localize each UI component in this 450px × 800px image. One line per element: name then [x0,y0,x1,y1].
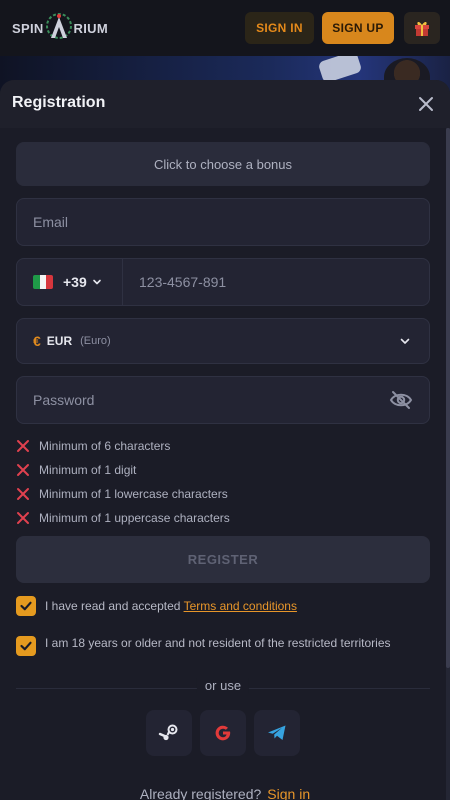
terms-checkbox-row: I have read and accepted Terms and condi… [16,596,430,616]
password-field[interactable]: Password [16,376,430,424]
currency-symbol: € [33,333,41,349]
sign-up-button[interactable]: SIGN UP [322,12,394,44]
telegram-login-button[interactable] [254,710,300,756]
steam-icon [158,724,178,741]
telegram-icon [268,725,286,740]
age-label: I am 18 years or older and not resident … [45,636,391,650]
chevron-down-icon [400,338,410,344]
top-bar: SPIN RIUM SIGN IN SIGN UP [0,0,450,56]
logo-emblem-icon [45,12,73,44]
x-mark-icon [17,440,29,452]
google-login-button[interactable] [200,710,246,756]
country-code: +39 [63,274,87,290]
already-registered-text: Already registered? [139,786,262,800]
scrollbar-thumb[interactable] [446,128,450,668]
password-rule: Minimum of 1 lowercase characters [16,482,430,506]
password-rule-text: Minimum of 6 characters [39,439,171,453]
google-icon [215,725,231,741]
italy-flag-icon [33,275,53,289]
phone-field: +39 123-4567-891 [16,258,430,306]
choose-bonus-button[interactable]: Click to choose a bonus [16,142,430,186]
x-mark-icon [17,512,29,524]
or-use-divider: or use [16,678,430,698]
check-icon [20,641,32,651]
modal-title: Registration [12,94,106,111]
close-icon [419,97,433,111]
phone-number-input[interactable]: 123-4567-891 [139,259,226,305]
scrollbar[interactable] [446,128,450,800]
or-use-text: or use [196,678,250,693]
password-placeholder: Password [33,392,95,408]
logo-text-left: SPIN [12,20,44,36]
close-button[interactable] [416,94,436,114]
password-rule: Minimum of 1 digit [16,458,430,482]
register-button[interactable]: REGISTER [16,536,430,583]
modal-header: Registration [0,80,450,128]
terms-link[interactable]: Terms and conditions [184,599,297,613]
currency-name: (Euro) [80,335,111,347]
chevron-down-icon [92,279,101,285]
x-mark-icon [17,464,29,476]
password-rule-text: Minimum of 1 lowercase characters [39,487,228,501]
currency-code: EUR [46,334,73,348]
currency-select[interactable]: € EUR (Euro) [16,318,430,364]
terms-label: I have read and accepted Terms and condi… [45,599,297,616]
logo-text-right: RIUM [73,20,108,36]
sign-in-button[interactable]: SIGN IN [245,12,314,44]
steam-login-button[interactable] [146,710,192,756]
age-checkbox-row: I am 18 years or older and not resident … [16,636,430,656]
logo[interactable]: SPIN RIUM [12,10,108,46]
country-code-select[interactable]: +39 [17,259,123,305]
check-icon [20,601,32,611]
password-rule: Minimum of 1 uppercase characters [16,506,430,530]
already-registered-row: Already registered? Sign in [0,786,450,800]
password-rule-text: Minimum of 1 digit [39,463,137,477]
registration-modal: Registration Click to choose a bonus Ema… [0,80,450,800]
sign-in-link[interactable]: Sign in [267,786,310,800]
terms-prefix: I have read and accepted [45,599,184,613]
gift-button[interactable] [404,12,440,44]
email-field[interactable]: Email [16,198,430,246]
terms-checkbox[interactable] [16,596,36,616]
x-mark-icon [17,488,29,500]
eye-off-icon[interactable] [389,390,413,410]
age-checkbox[interactable] [16,636,36,656]
password-rules: Minimum of 6 characters Minimum of 1 dig… [16,434,430,530]
password-rule-text: Minimum of 1 uppercase characters [39,511,230,525]
password-rule: Minimum of 6 characters [16,434,430,458]
gift-icon [415,21,429,36]
